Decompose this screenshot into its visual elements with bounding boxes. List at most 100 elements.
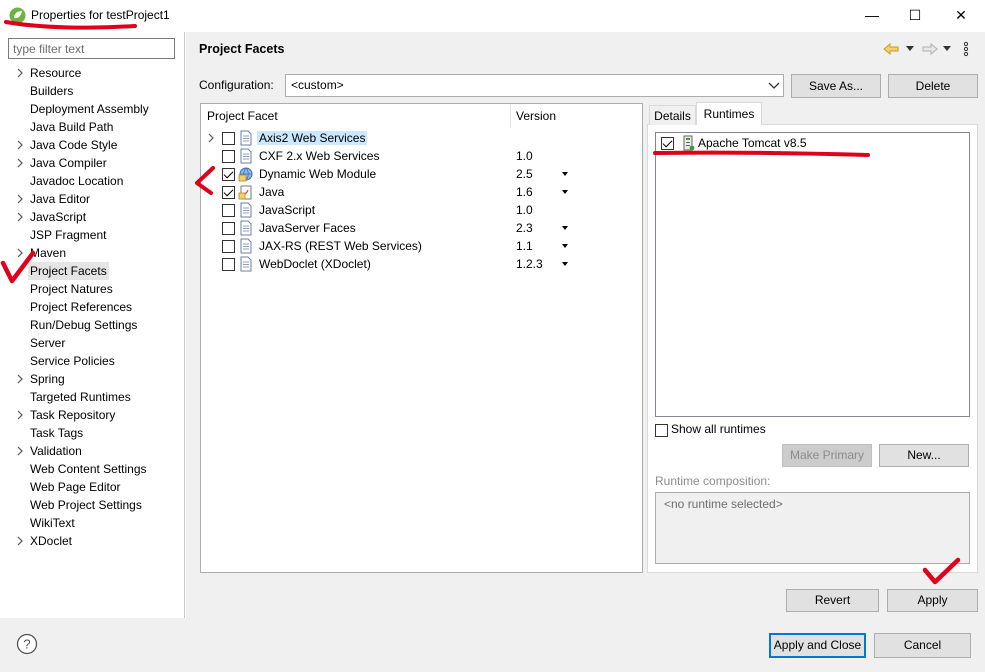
chevron-right-icon[interactable] [206, 129, 216, 147]
tab-details[interactable]: Details [649, 105, 696, 125]
facet-name: JavaScript [259, 203, 316, 217]
facet-row[interactable]: JAX-RS (REST Web Services) 1.1 [201, 237, 642, 255]
facet-version[interactable]: 2.5 [516, 167, 533, 181]
sidebar-item[interactable]: Project Facets [28, 262, 109, 280]
sidebar-item[interactable]: Web Content Settings [30, 460, 147, 478]
delete-button[interactable]: Delete [888, 74, 978, 98]
show-all-runtimes-label[interactable]: Show all runtimes [671, 422, 766, 436]
make-primary-button[interactable]: Make Primary [782, 444, 872, 467]
sidebar-item[interactable]: Task Tags [30, 424, 83, 442]
save-as-button[interactable]: Save As... [791, 74, 881, 98]
sidebar-item[interactable]: Java Compiler [30, 154, 107, 172]
back-dropdown-icon[interactable] [906, 46, 914, 52]
facet-row[interactable]: JavaScript 1.0 [201, 201, 642, 219]
chevron-right-icon[interactable] [15, 190, 25, 208]
sidebar-item[interactable]: Service Policies [30, 352, 115, 370]
sidebar-item[interactable]: Deployment Assembly [30, 100, 149, 118]
facet-version[interactable]: 2.3 [516, 221, 533, 235]
facet-checkbox[interactable] [222, 240, 235, 253]
apply-and-close-button[interactable]: Apply and Close [769, 633, 866, 658]
sidebar-item[interactable]: Run/Debug Settings [30, 316, 137, 334]
facet-checkbox[interactable] [222, 258, 235, 271]
sidebar-item[interactable]: Resource [30, 64, 81, 82]
page-title: Project Facets [199, 42, 285, 56]
back-arrow-icon[interactable] [883, 42, 899, 56]
new-runtime-button[interactable]: New... [879, 444, 969, 467]
sidebar-item[interactable]: Task Repository [30, 406, 115, 424]
sidebar-item[interactable]: Server [30, 334, 65, 352]
facet-checkbox[interactable] [222, 150, 235, 163]
server-runtime-icon [683, 135, 695, 151]
sidebar-item[interactable]: Validation [30, 442, 82, 460]
sidebar-item[interactable]: Javadoc Location [30, 172, 123, 190]
facet-page-icon [240, 148, 252, 164]
show-all-runtimes-checkbox[interactable] [655, 424, 668, 437]
sidebar-item[interactable]: JSP Fragment [30, 226, 106, 244]
sidebar-item[interactable]: WikiText [30, 514, 75, 532]
maximize-button[interactable]: ☐ [893, 0, 937, 30]
column-header-version[interactable]: Version [516, 109, 556, 123]
sidebar-item[interactable]: Builders [30, 82, 73, 100]
chevron-right-icon[interactable] [15, 406, 25, 424]
sidebar-item[interactable]: Web Project Settings [30, 496, 142, 514]
chevron-right-icon[interactable] [15, 244, 25, 262]
facet-row[interactable]: Dynamic Web Module 2.5 [201, 165, 642, 183]
configuration-value: <custom> [291, 78, 344, 92]
facet-checkbox[interactable] [222, 168, 235, 181]
sidebar-item[interactable]: JavaScript [30, 208, 86, 226]
sidebar-item[interactable]: Java Code Style [30, 136, 117, 154]
facet-checkbox[interactable] [222, 204, 235, 217]
sidebar-item[interactable]: Project Natures [30, 280, 113, 298]
sidebar-item[interactable]: Targeted Runtimes [30, 388, 131, 406]
sidebar-item[interactable]: Project References [30, 298, 132, 316]
help-icon[interactable]: ? [16, 633, 38, 655]
facet-row[interactable]: Axis2 Web Services [201, 129, 642, 147]
facet-checkbox[interactable] [222, 186, 235, 199]
chevron-right-icon[interactable] [15, 136, 25, 154]
filter-input[interactable] [8, 38, 175, 59]
facet-row[interactable]: Java 1.6 [201, 183, 642, 201]
view-menu-icon[interactable] [962, 41, 970, 57]
facet-name: Java [259, 185, 285, 199]
chevron-right-icon[interactable] [15, 64, 25, 82]
chevron-down-icon[interactable] [766, 76, 782, 94]
sidebar-item[interactable]: Java Editor [30, 190, 90, 208]
sidebar-item[interactable]: Java Build Path [30, 118, 113, 136]
version-dropdown-icon[interactable] [562, 190, 568, 194]
sidebar-item[interactable]: Web Page Editor [30, 478, 121, 496]
facet-page-icon [240, 256, 252, 272]
facet-version[interactable]: 1.1 [516, 239, 533, 253]
chevron-right-icon[interactable] [15, 442, 25, 460]
sidebar-item[interactable]: Maven [30, 244, 66, 262]
sidebar-item[interactable]: XDoclet [30, 532, 72, 550]
cancel-button[interactable]: Cancel [874, 633, 971, 658]
apply-button[interactable]: Apply [887, 589, 978, 612]
chevron-right-icon[interactable] [15, 532, 25, 550]
chevron-right-icon[interactable] [15, 154, 25, 172]
chevron-right-icon[interactable] [15, 370, 25, 388]
runtime-checkbox[interactable] [661, 137, 674, 150]
version-dropdown-icon[interactable] [562, 244, 568, 248]
forward-dropdown-icon[interactable] [943, 46, 951, 52]
forward-arrow-icon [922, 42, 938, 56]
version-dropdown-icon[interactable] [562, 262, 568, 266]
tab-runtimes[interactable]: Runtimes [696, 102, 762, 125]
close-button[interactable]: ✕ [939, 0, 983, 30]
facet-row[interactable]: CXF 2.x Web Services 1.0 [201, 147, 642, 165]
chevron-right-icon[interactable] [15, 208, 25, 226]
svg-text:?: ? [23, 637, 30, 652]
column-header-facet[interactable]: Project Facet [207, 109, 278, 123]
facet-version[interactable]: 1.2.3 [516, 257, 543, 271]
sidebar-item[interactable]: Spring [30, 370, 65, 388]
facet-version[interactable]: 1.6 [516, 185, 533, 199]
facet-checkbox[interactable] [222, 132, 235, 145]
version-dropdown-icon[interactable] [562, 226, 568, 230]
facet-row[interactable]: JavaServer Faces 2.3 [201, 219, 642, 237]
minimize-button[interactable]: — [850, 0, 894, 30]
version-dropdown-icon[interactable] [562, 172, 568, 176]
revert-button[interactable]: Revert [786, 589, 879, 612]
facet-page-icon [240, 220, 252, 236]
configuration-select[interactable] [285, 74, 784, 97]
facet-row[interactable]: WebDoclet (XDoclet) 1.2.3 [201, 255, 642, 273]
facet-checkbox[interactable] [222, 222, 235, 235]
